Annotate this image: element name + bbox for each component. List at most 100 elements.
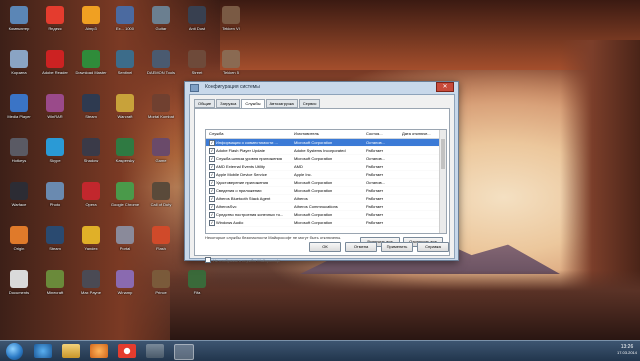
desktop-icon[interactable]: Documents (4, 268, 34, 302)
service-row[interactable]: ✓ Удостоверение приложения Microsoft Corpo… (206, 179, 446, 187)
desktop-icon[interactable]: Shadow (76, 136, 106, 170)
start-button[interactable] (6, 343, 23, 360)
title-bar[interactable]: Конфигурация системы ✕ (185, 82, 458, 92)
service-state: Работает (366, 172, 384, 177)
desktop-icon-label: Photo (49, 202, 61, 207)
desktop-icon[interactable]: Download Master (75, 48, 107, 82)
service-maker: Microsoft Corporation (294, 212, 333, 217)
desktop-icon[interactable]: Prince (146, 268, 176, 302)
desktop-icon[interactable]: Winamp (110, 268, 140, 302)
desktop-icon[interactable]: Warcraft (110, 92, 140, 126)
desktop-icon[interactable]: Flash (146, 224, 176, 258)
service-checkbox[interactable]: ✓ (209, 196, 215, 202)
close-button[interactable]: ✕ (436, 82, 454, 92)
media-player-icon[interactable] (90, 344, 108, 358)
desktop-icon[interactable]: Tekken VI (216, 4, 246, 38)
service-checkbox[interactable]: ✓ (209, 156, 215, 162)
desktop-icon-image (82, 94, 100, 112)
service-checkbox[interactable]: ✓ (209, 220, 215, 226)
desktop-icon[interactable]: Opera (76, 180, 106, 214)
desktop-icon[interactable]: Google Chrome (110, 180, 140, 214)
clock[interactable]: 13:26 17.03.2014 (617, 344, 637, 356)
desktop-icon[interactable]: Media Player (4, 92, 34, 126)
desktop-icon[interactable]: Tekken 5 (216, 48, 246, 82)
service-checkbox[interactable]: ✓ (209, 140, 215, 146)
desktop-icon[interactable]: DAEMON Tools (146, 48, 176, 82)
desktop-icon[interactable]: Яндекс (40, 4, 70, 38)
tab-boot[interactable]: Загрузка (216, 99, 241, 108)
explorer-icon[interactable] (62, 344, 80, 358)
ok-button[interactable]: ОК (309, 242, 341, 252)
desktop-icon[interactable]: Fifa (182, 268, 212, 302)
desktop-icon[interactable]: Sentinel (110, 48, 140, 82)
desktop-icon-label: Fifa (193, 290, 201, 295)
desktop-icon[interactable]: Photo (40, 180, 70, 214)
desktop-icon-image (116, 226, 134, 244)
service-row[interactable]: ✓ Apple Mobile Device Service Apple Inc. Ра… (206, 171, 446, 179)
service-row[interactable]: ✓ Windows Audio Microsoft Corporation Работ… (206, 219, 446, 227)
tab-general[interactable]: Общие (194, 99, 216, 108)
desktop-icon[interactable]: Anti Dust (182, 4, 212, 38)
desktop-icon[interactable]: Yandex (76, 224, 106, 258)
service-checkbox[interactable]: ✓ (209, 164, 215, 170)
service-row[interactable]: ✓ Сведения о приложении Microsoft Corporat… (206, 187, 446, 195)
service-row[interactable]: ✓ Информация о совместимости ... Microsoft… (206, 139, 446, 147)
desktop-icon[interactable]: Minecraft (40, 268, 70, 302)
desktop-icon[interactable]: Mortal Kombat (146, 92, 176, 126)
service-checkbox[interactable]: ✓ (209, 180, 215, 186)
service-row[interactable]: ✓ Служба шлюза уровня приложения Microsoft… (206, 155, 446, 163)
tab-startup[interactable]: Автозагрузка (265, 99, 298, 108)
desktop-icon-image (116, 94, 134, 112)
yandex-browser-icon[interactable] (118, 344, 136, 358)
apply-button[interactable]: Применить (381, 242, 413, 252)
service-maker: AMD (294, 164, 303, 169)
desktop-icon-image (82, 138, 100, 156)
desktop-icon[interactable]: Origin (4, 224, 34, 258)
desktop-icon-image (152, 6, 170, 24)
list-scrollbar[interactable] (439, 130, 446, 233)
msconfig-taskbar-icon[interactable] (174, 344, 194, 360)
column-service[interactable]: Служба (209, 131, 223, 136)
desktop-icon[interactable]: Game (146, 136, 176, 170)
column-date-disabled[interactable]: Дата отключе... (402, 131, 431, 136)
desktop-icon[interactable]: Ex... 1000 (110, 4, 140, 38)
service-row[interactable]: ✓ Adobe Flash Player Update Adobe Systems … (206, 147, 446, 155)
help-button[interactable]: Справка (417, 242, 449, 252)
desktop-icon[interactable]: Hotkeys (4, 136, 34, 170)
service-checkbox[interactable]: ✓ (209, 204, 215, 210)
service-checkbox[interactable]: ✓ (209, 188, 215, 194)
service-row[interactable]: ✓ Средство построения конечных то... Micro… (206, 211, 446, 219)
desktop-icon[interactable]: Guitar (146, 4, 176, 38)
ie-icon[interactable] (34, 344, 52, 358)
desktop-icon[interactable]: Portal (110, 224, 140, 258)
desktop-icon[interactable]: Call of Duty (146, 180, 176, 214)
desktop-icon[interactable]: Street (182, 48, 212, 82)
tab-tools[interactable]: Сервис (298, 99, 321, 108)
service-checkbox[interactable]: ✓ (209, 148, 215, 154)
desktop-icon[interactable]: Steam (40, 224, 70, 258)
column-status[interactable]: Состоя... (366, 131, 383, 136)
service-maker: Microsoft Corporation (294, 220, 333, 225)
desktop-icon[interactable]: Warface (4, 180, 34, 214)
desktop-icon[interactable]: Steam (76, 92, 106, 126)
cancel-button[interactable]: Отмена (345, 242, 377, 252)
desktop-icon[interactable]: Корзина (4, 48, 34, 82)
scroll-thumb[interactable] (441, 139, 445, 169)
desktop-icon[interactable]: Kaspersky (110, 136, 140, 170)
desktop-icon[interactable]: WinRAR (40, 92, 70, 126)
service-row[interactable]: ✓ AMD External Events Utility AMD Работает (206, 163, 446, 171)
service-row[interactable]: ✓ Atheros Bluetooth Stack Agent Atheros Раб… (206, 195, 446, 203)
service-row[interactable]: ✓ AtherosSvc Atheros Commnucations Работает (206, 203, 446, 211)
hide-ms-checkbox[interactable] (205, 257, 211, 263)
desktop-icon[interactable]: Max Payne (76, 268, 106, 302)
desktop-icon[interactable]: Компьютер (4, 4, 34, 38)
service-checkbox[interactable]: ✓ (209, 212, 215, 218)
desktop-icon[interactable]: Adobe Reader (40, 48, 70, 82)
desktop-icon[interactable]: Skype (40, 136, 70, 170)
desktop-icon[interactable]: Aimp3 (76, 4, 106, 38)
hide-microsoft-services[interactable]: Не отображать службы Майкрософт (205, 256, 281, 263)
service-state: Работает (366, 204, 384, 209)
app-icon[interactable] (146, 344, 164, 358)
service-checkbox[interactable]: ✓ (209, 172, 215, 178)
column-manufacturer[interactable]: Изготовитель (294, 131, 319, 136)
